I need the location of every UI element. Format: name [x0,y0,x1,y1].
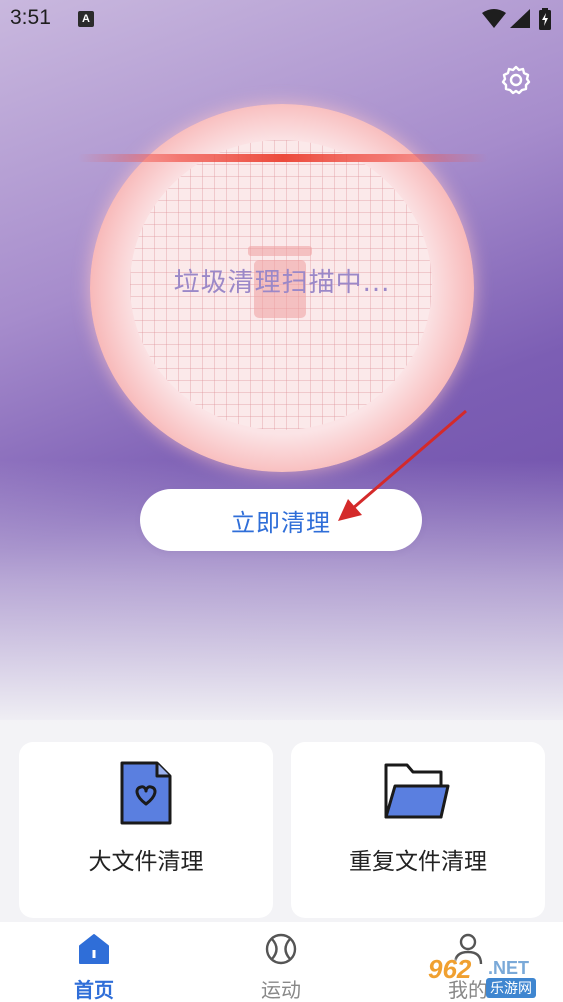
notification-icon: A [78,11,94,27]
scan-status-text: 垃圾清理扫描中... [173,268,391,298]
card-label: 大文件清理 [88,849,204,875]
duplicate-file-clean-card[interactable]: 重复文件清理 [291,742,545,918]
nav-item-home[interactable]: 首页 [24,922,164,1002]
heart-file-icon [120,761,172,825]
watermark-net: .NET [488,958,530,978]
scan-line [78,154,488,162]
nav-label-home: 首页 [74,978,114,1002]
battery-icon [539,8,551,30]
status-bar: 3:51 A [0,0,563,38]
signal-icon [510,9,530,28]
watermark-logo: 962 [428,954,472,984]
nav-item-sport[interactable]: 运动 [211,922,351,1002]
ball-icon [265,933,297,965]
nav-label-sport: 运动 [261,978,301,1002]
card-label: 重复文件清理 [349,849,487,875]
large-file-clean-card[interactable]: 大文件清理 [19,742,273,918]
annotation-arrow [338,409,467,521]
status-time: 3:51 [10,6,51,29]
watermark-sub: 乐游网 [486,978,536,998]
wifi-icon [482,9,506,28]
folder-icon [384,763,450,819]
watermark: 962 .NET 乐游网 [428,950,558,1000]
gear-icon[interactable] [500,64,532,96]
home-icon [79,934,109,964]
